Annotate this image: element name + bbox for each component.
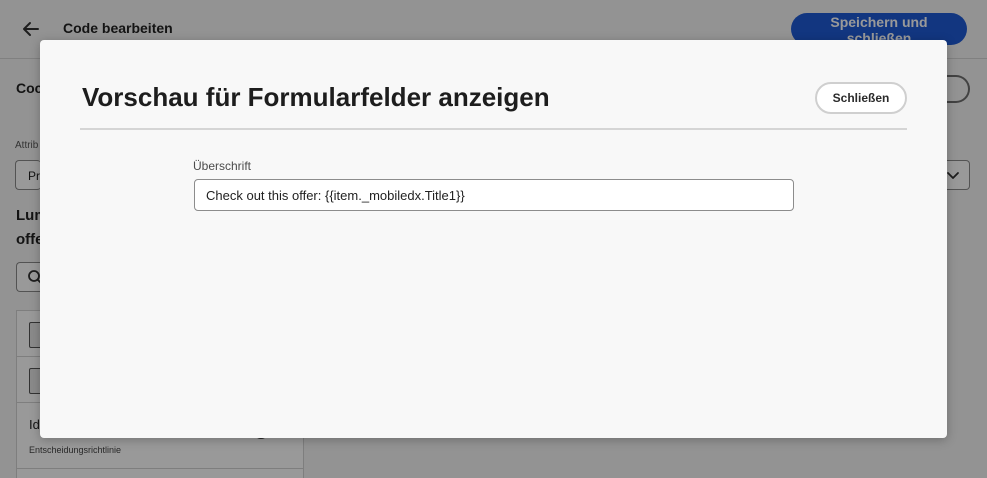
divider	[80, 128, 907, 130]
dialog-title: Vorschau für Formularfelder anzeigen	[82, 82, 550, 112]
headline-label: Überschrift	[193, 159, 252, 173]
close-button[interactable]: Schließen	[815, 82, 907, 114]
headline-input[interactable]	[194, 179, 794, 211]
preview-dialog: Vorschau für Formularfelder anzeigen Sch…	[40, 40, 947, 438]
